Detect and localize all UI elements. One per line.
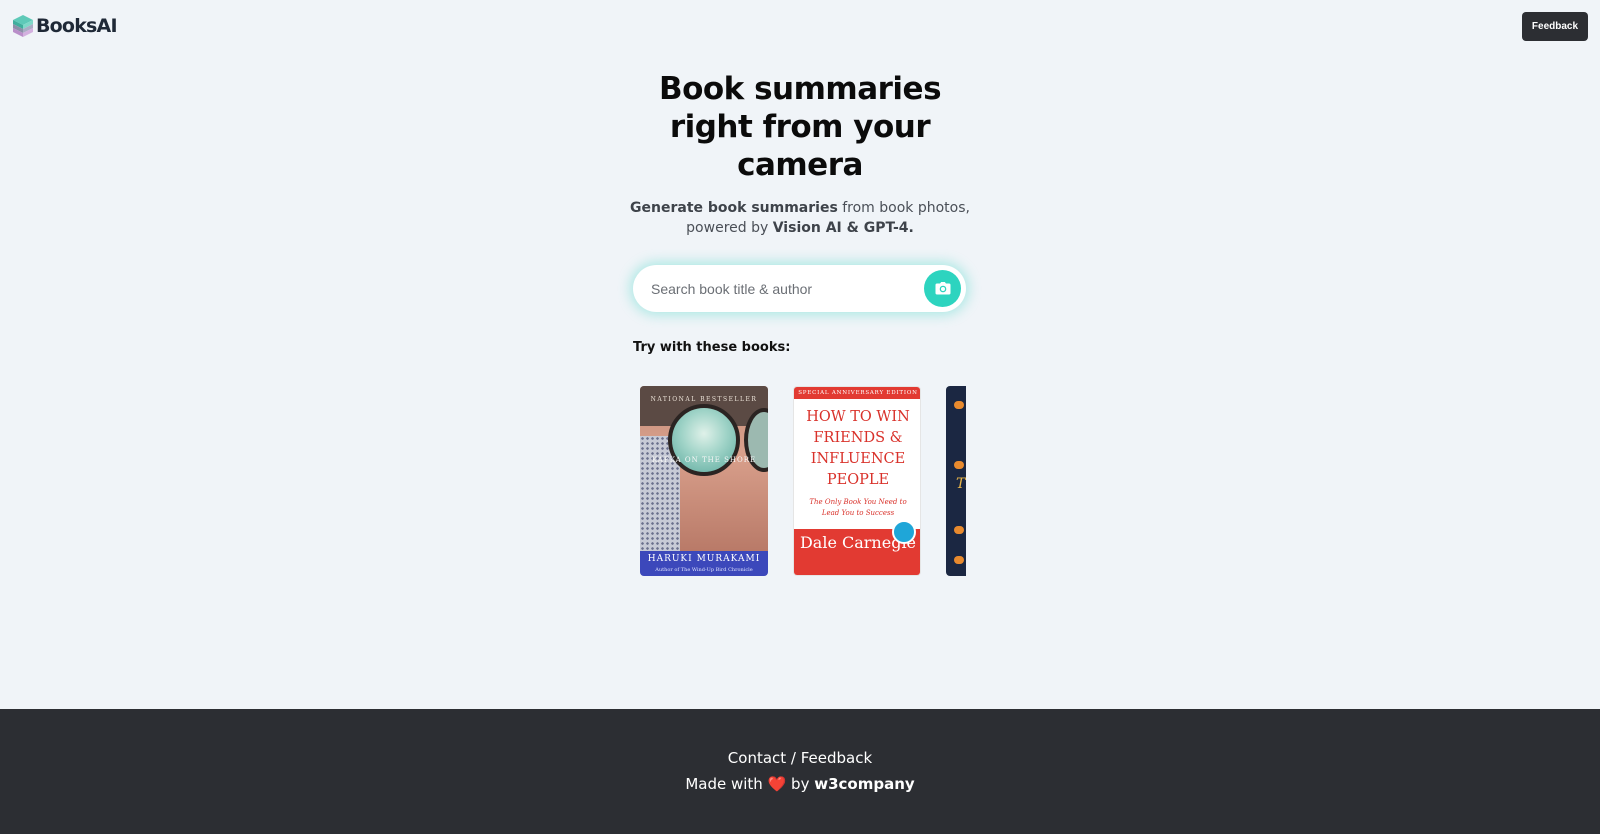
books-stack-icon (13, 15, 33, 37)
hero: Book summaries right from your camera Ge… (0, 70, 1600, 238)
search-bar (633, 265, 966, 312)
footer: Contact / Feedback Made with ❤️ by w3com… (0, 709, 1600, 834)
cover-ornament (954, 526, 964, 534)
logo[interactable]: BooksAI (12, 14, 118, 38)
book-byline: Author of The Wind-Up Bird Chronicle (655, 567, 753, 573)
book-cover-third[interactable]: T (946, 386, 966, 576)
book-title: HOW TO WIN FRIENDS & INFLUENCE PEOPLE (806, 409, 910, 488)
feedback-button[interactable]: Feedback (1522, 12, 1588, 41)
try-books-label: Try with these books: (633, 340, 791, 355)
page-title: Book summaries right from your camera (658, 71, 942, 183)
heart-icon: ❤️ (767, 775, 787, 793)
made-with-text: Made with (685, 775, 763, 793)
book-carousel[interactable]: NATIONAL BESTSELLER KAFKA ON THE SHORE H… (633, 385, 966, 577)
cover-ornament (954, 461, 964, 469)
contact-feedback-link[interactable]: Contact / Feedback (728, 749, 872, 767)
logo-text: BooksAI (36, 15, 118, 37)
camera-button[interactable] (924, 270, 961, 307)
by-text: by (791, 775, 810, 793)
book-cover-letter: T (956, 476, 966, 492)
book-top-text: NATIONAL BESTSELLER (650, 396, 758, 403)
book-cover-kafka-on-the-shore[interactable]: NATIONAL BESTSELLER KAFKA ON THE SHORE H… (640, 386, 768, 576)
cover-glasses-lens (668, 404, 740, 476)
book-tagline: The Only Book You Need to Lead You to Su… (809, 498, 907, 517)
cover-ornament (954, 556, 964, 564)
book-cover-how-to-win-friends[interactable]: SPECIAL ANNIVERSARY EDITION HOW TO WIN F… (793, 386, 921, 576)
camera-icon (935, 282, 950, 295)
company-link[interactable]: w3company (814, 775, 914, 793)
header: BooksAI Feedback (0, 0, 1600, 52)
footer-links: Contact / Feedback (0, 749, 1600, 767)
subtitle-bold-vision: Vision AI & GPT-4. (772, 220, 914, 236)
book-edition: SPECIAL ANNIVERSARY EDITION (794, 387, 920, 399)
book-title: KAFKA ON THE SHORE (651, 456, 757, 464)
book-author: HARUKI MURAKAMI (647, 554, 761, 564)
cover-ornament (954, 401, 964, 409)
page-subtitle: Generate book summaries from book photos… (630, 198, 970, 238)
anniversary-badge (892, 520, 916, 544)
search-input[interactable] (651, 278, 911, 300)
footer-credit: Made with ❤️ by w3company (0, 775, 1600, 793)
subtitle-bold-generate: Generate book summaries (630, 200, 838, 216)
